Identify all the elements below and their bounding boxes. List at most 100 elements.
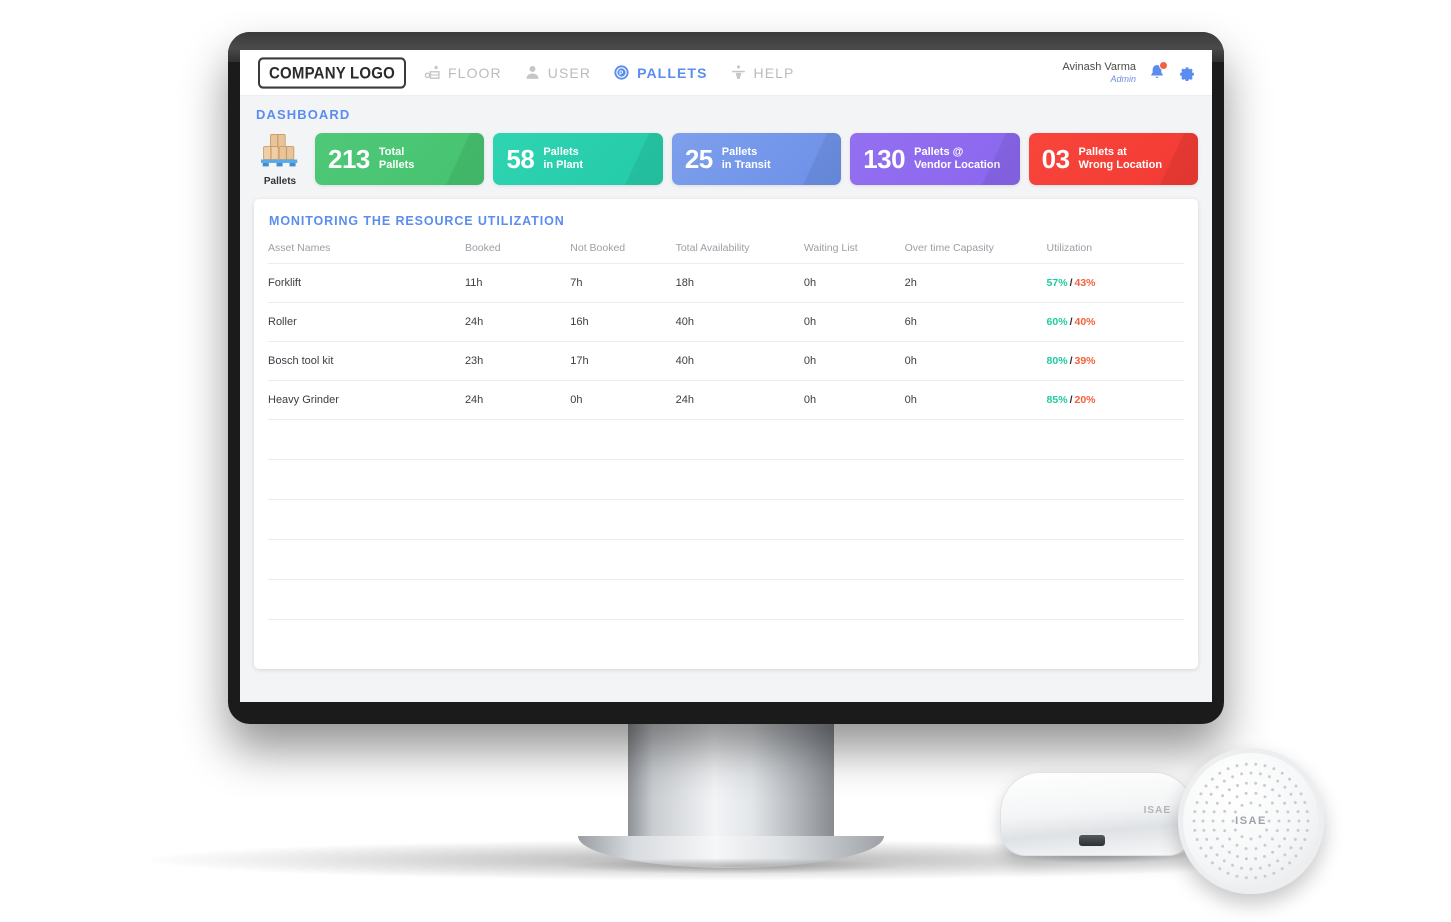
user-zone: Avinash Varma Admin <box>1062 61 1196 84</box>
iot-beacon-flat: ISAE <box>1000 772 1194 856</box>
utilization-idle: 39% <box>1074 355 1096 367</box>
user-name: Avinash Varma <box>1062 61 1136 73</box>
user-role: Admin <box>1110 73 1136 84</box>
cell-asset: Bosch tool kit <box>268 341 465 381</box>
help-person-icon <box>730 64 747 81</box>
cell-utilization: 60%/40% <box>1046 302 1184 342</box>
utilization-separator: / <box>1069 355 1073 367</box>
stat-card-pallets-in-transit[interactable]: 25 Pallets in Transit <box>671 133 842 185</box>
col-utilization[interactable]: Utilization <box>1047 242 1184 264</box>
floor-plan-icon <box>424 64 441 81</box>
app-header: COMPANY LOGO FLOOR USER P PALLETS HELP A… <box>240 50 1212 96</box>
utilization-idle: 43% <box>1074 277 1096 289</box>
gear-icon[interactable] <box>1178 63 1196 82</box>
cell-total-availability: 18h <box>675 263 804 303</box>
stat-label-line2: in Transit <box>721 159 771 171</box>
col-asset-names[interactable]: Asset Names <box>268 242 465 264</box>
card-sheen <box>959 133 1020 185</box>
stat-label: Total Pallets <box>379 146 414 172</box>
stat-card-pallets-wrong-location[interactable]: 03 Pallets at Wrong Location <box>1028 133 1199 185</box>
cell-waiting-list: 0h <box>803 380 905 420</box>
stat-value: 03 <box>1041 143 1070 174</box>
utilization-used: 60% <box>1046 316 1068 328</box>
utilization-separator: / <box>1069 316 1073 328</box>
stat-cards-row: Pallets 213 Total Pallets 58 Pallets in … <box>254 131 1199 187</box>
monitor-stand-neck <box>628 722 834 840</box>
cell-overtime-capacity: 0h <box>904 380 1047 420</box>
user-info[interactable]: Avinash Varma Admin <box>1062 61 1136 84</box>
svg-text:P: P <box>619 71 624 77</box>
stat-card-total-pallets[interactable]: 213 Total Pallets <box>315 133 485 185</box>
nav-item-floor[interactable]: FLOOR <box>424 64 502 81</box>
cell-utilization: 57%/43% <box>1046 263 1184 303</box>
cell-not-booked: 16h <box>570 302 676 342</box>
screenshot-stage: COMPANY LOGO FLOOR USER P PALLETS HELP A… <box>0 0 1451 922</box>
company-logo[interactable]: COMPANY LOGO <box>258 56 407 89</box>
nav-item-user[interactable]: USER <box>524 64 591 81</box>
cell-booked: 11h <box>464 263 571 303</box>
table-header: Asset Names Booked Not Booked Total Avai… <box>268 242 1184 264</box>
stat-label-line1: Pallets <box>543 146 579 159</box>
cell-waiting-list: 0h <box>803 302 905 342</box>
stat-value: 213 <box>328 143 370 174</box>
cell-overtime-capacity: 6h <box>904 302 1047 342</box>
pallet-badge-label: Pallets <box>263 176 297 187</box>
panel-title: MONITORING THE RESOURCE UTILIZATION <box>269 214 565 228</box>
cell-total-availability: 40h <box>675 341 804 381</box>
cell-asset: Roller <box>268 302 465 342</box>
notification-badge <box>1159 61 1168 71</box>
stat-value: 130 <box>863 143 906 174</box>
table-row[interactable]: Bosch tool kit 23h 17h 40h 0h 0h 80%/39% <box>268 341 1184 381</box>
table-row-empty <box>268 419 1184 460</box>
pallet-circle-icon: P <box>613 64 630 81</box>
table-row[interactable]: Forklift 11h 7h 18h 0h 2h 57%/43% <box>268 263 1184 303</box>
utilization-idle: 20% <box>1074 394 1096 406</box>
stat-value: 58 <box>506 143 535 174</box>
stat-label: Pallets in Transit <box>722 146 771 172</box>
utilization-separator: / <box>1069 394 1073 406</box>
cell-waiting-list: 0h <box>803 263 905 303</box>
card-sheen <box>781 133 842 185</box>
col-total-availability[interactable]: Total Availability <box>676 242 804 264</box>
col-overtime-capacity[interactable]: Over time Capasity <box>905 242 1047 264</box>
utilization-idle: 40% <box>1074 316 1096 328</box>
pallet-boxes-icon <box>259 131 301 174</box>
cell-booked: 23h <box>464 341 571 381</box>
col-booked[interactable]: Booked <box>465 242 570 264</box>
resource-utilization-table: Asset Names Booked Not Booked Total Avai… <box>268 242 1184 659</box>
table-row[interactable]: Roller 24h 16h 40h 0h 6h 60%/40% <box>268 302 1184 342</box>
beacon-round-brand: ISAE <box>1235 815 1267 827</box>
stat-value: 25 <box>684 143 713 174</box>
app-body: DASHBOARD Pallets 213 Total Pallets 58 P… <box>240 96 1212 702</box>
monitor-stand-shadow <box>560 858 905 874</box>
table-row-empty <box>268 459 1184 500</box>
nav-item-help[interactable]: HELP <box>730 64 795 81</box>
stat-label: Pallets in Plant <box>543 146 583 172</box>
cell-not-booked: 0h <box>570 380 676 420</box>
cell-overtime-capacity: 2h <box>904 263 1047 303</box>
monitor-frame: COMPANY LOGO FLOOR USER P PALLETS HELP A… <box>228 32 1224 724</box>
stat-label-line2: in Plant <box>543 159 584 171</box>
stat-label-line1: Pallets <box>721 146 758 159</box>
beacon-flat-brand: ISAE <box>1143 805 1171 816</box>
stat-label-line1: Pallets @ <box>914 146 964 159</box>
nav-label-user: USER <box>547 64 592 81</box>
notification-bell-icon[interactable] <box>1148 61 1168 81</box>
nav-label-floor: FLOOR <box>448 64 502 81</box>
nav-item-pallets[interactable]: P PALLETS <box>613 64 707 81</box>
resource-utilization-panel: MONITORING THE RESOURCE UTILIZATION Asse… <box>254 199 1198 669</box>
stat-card-pallets-vendor-location[interactable]: 130 Pallets @ Vendor Location <box>850 133 1020 185</box>
cell-utilization: 85%/20% <box>1046 380 1184 420</box>
cell-not-booked: 7h <box>570 263 676 303</box>
cell-booked: 24h <box>464 302 571 342</box>
cell-total-availability: 24h <box>675 380 804 420</box>
table-header-row: Asset Names Booked Not Booked Total Avai… <box>268 242 1184 264</box>
main-navigation: FLOOR USER P PALLETS HELP <box>424 64 794 81</box>
table-row[interactable]: Heavy Grinder 24h 0h 24h 0h 0h 85%/20% <box>268 380 1184 420</box>
col-waiting-list[interactable]: Waiting List <box>804 242 905 264</box>
stat-label-line1: Pallets at <box>1078 146 1127 159</box>
iot-beacon-round: ISAE <box>1178 748 1324 894</box>
col-not-booked[interactable]: Not Booked <box>570 242 675 264</box>
stat-card-pallets-in-plant[interactable]: 58 Pallets in Plant <box>493 133 663 185</box>
table-row-empty <box>268 539 1184 580</box>
